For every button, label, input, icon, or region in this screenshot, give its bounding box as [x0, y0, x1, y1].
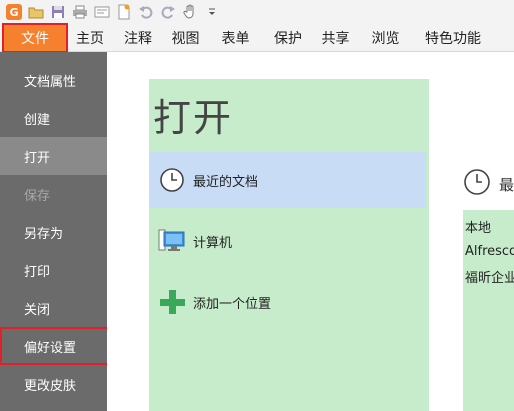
place-label: 计算机 — [193, 235, 233, 251]
app-logo-icon[interactable]: G — [4, 2, 24, 22]
redo-icon[interactable] — [158, 2, 178, 22]
list-item[interactable]: 福昕企业 — [463, 264, 514, 289]
backstage-nav: 文档属性 创建 打开 保存 另存为 打印 关闭 偏好设置 更改皮肤 — [0, 52, 110, 411]
nav-close[interactable]: 关闭 — [0, 289, 107, 327]
tab-protect[interactable]: 保护 — [263, 24, 313, 52]
list-item[interactable]: 本地 — [463, 214, 514, 239]
open-panel: 打开 最近的文档 计算机 添加一个位置 — [149, 79, 429, 411]
place-add-location[interactable]: 添加一个位置 — [149, 274, 426, 330]
nav-save-as[interactable]: 另存为 — [0, 213, 107, 251]
place-computer[interactable]: 计算机 — [149, 213, 426, 269]
svg-text:G: G — [9, 6, 18, 19]
nav-change-skin[interactable]: 更改皮肤 — [0, 365, 107, 403]
hand-tool-icon[interactable] — [180, 2, 200, 22]
tab-share[interactable]: 共享 — [313, 24, 358, 52]
clock-icon — [463, 168, 491, 200]
place-recent-documents[interactable]: 最近的文档 — [149, 152, 426, 208]
ribbon-tabs: 文件 主页 注释 视图 表单 保护 共享 浏览 特色功能 — [0, 23, 514, 53]
save-icon[interactable] — [48, 2, 68, 22]
nav-document-properties[interactable]: 文档属性 — [0, 61, 107, 99]
new-document-icon[interactable] — [114, 2, 134, 22]
tab-view[interactable]: 视图 — [163, 24, 208, 52]
nav-preferences[interactable]: 偏好设置 — [0, 327, 110, 365]
tab-file[interactable]: 文件 — [2, 23, 68, 53]
tab-form[interactable]: 表单 — [208, 24, 263, 52]
nav-create[interactable]: 创建 — [0, 99, 107, 137]
clock-icon — [157, 165, 187, 195]
nav-save: 保存 — [24, 188, 51, 204]
tab-browse[interactable]: 浏览 — [358, 24, 413, 52]
list-item[interactable]: Alfresco — [463, 239, 514, 264]
backstage-content: 打开 最近的文档 计算机 添加一个位置 最 本地 Alfresco 福昕企业 — [107, 52, 514, 411]
nav-open[interactable]: 打开 — [0, 137, 107, 175]
tab-features[interactable]: 特色功能 — [413, 24, 493, 52]
computer-icon — [157, 226, 187, 256]
place-label: 最近的文档 — [193, 174, 259, 190]
recent-header: 最 — [463, 168, 514, 200]
recent-locations-list: 本地 Alfresco 福昕企业 — [463, 210, 514, 411]
plus-icon — [157, 287, 187, 317]
print-preview-icon[interactable] — [92, 2, 112, 22]
recent-heading: 最 — [499, 175, 514, 194]
dropdown-icon[interactable] — [202, 2, 222, 22]
place-label: 添加一个位置 — [193, 296, 272, 312]
quick-access-toolbar: G — [0, 0, 514, 24]
tab-comment[interactable]: 注释 — [113, 24, 163, 52]
undo-icon[interactable] — [136, 2, 156, 22]
nav-print[interactable]: 打印 — [0, 251, 107, 289]
open-folder-icon[interactable] — [26, 2, 46, 22]
print-icon[interactable] — [70, 2, 90, 22]
tab-home[interactable]: 主页 — [67, 24, 113, 52]
page-title: 打开 — [153, 96, 234, 140]
